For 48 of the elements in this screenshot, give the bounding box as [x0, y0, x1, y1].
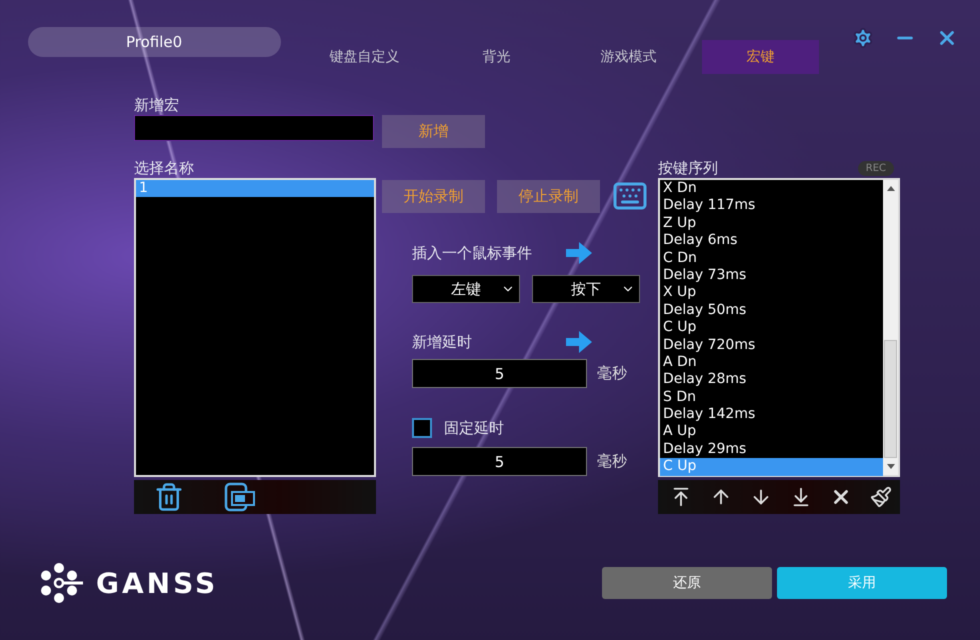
tab[interactable]: 游戏模式	[570, 40, 687, 74]
restore-button[interactable]: 还原	[602, 567, 772, 599]
list-item[interactable]: C Up	[660, 319, 883, 337]
mouse-button-select[interactable]: 左键	[412, 275, 520, 303]
trash-icon[interactable]	[154, 482, 184, 512]
profile-name[interactable]: Profile0	[28, 27, 281, 57]
settings-icon[interactable]	[852, 27, 874, 49]
list-item[interactable]: Delay 29ms	[660, 440, 883, 458]
label: 插入一个鼠标事件	[412, 243, 532, 263]
delay-field[interactable]: 5	[412, 359, 587, 388]
arrow-right-icon[interactable]	[566, 331, 592, 353]
list-item[interactable]: X Up	[660, 284, 883, 302]
macro-name-field[interactable]	[134, 115, 374, 141]
unit-label: 毫秒	[597, 452, 627, 471]
tab[interactable]: 键盘自定义	[306, 40, 423, 74]
list-item[interactable]: A Dn	[660, 354, 883, 372]
logo-icon	[38, 562, 84, 604]
arrow-right-icon[interactable]	[566, 242, 592, 264]
list-item[interactable]: S Dn	[660, 388, 883, 406]
tab[interactable]: 宏键	[702, 40, 819, 74]
list-item[interactable]: C Dn	[660, 250, 883, 267]
brush-icon[interactable]	[870, 486, 892, 508]
list-item[interactable]: Delay 117ms	[660, 197, 883, 215]
label: 选择名称	[134, 158, 195, 178]
scroll-down-icon[interactable]	[886, 464, 894, 470]
list-item[interactable]: Delay 50ms	[660, 302, 883, 320]
label: 新增宏	[134, 95, 180, 115]
copy-icon[interactable]	[224, 482, 256, 512]
fixed-delay-field[interactable]: 5	[412, 447, 587, 476]
list-item[interactable]: Z Up	[660, 214, 883, 232]
label: 固定延时	[444, 418, 504, 438]
label: 按键序列	[658, 158, 718, 178]
unit-label: 毫秒	[597, 364, 627, 383]
list-item[interactable]: A Up	[660, 423, 883, 441]
scroll-up-icon[interactable]	[886, 185, 894, 191]
rec-badge: REC	[858, 160, 894, 176]
list-item[interactable]: Delay 142ms	[660, 406, 883, 424]
mouse-action-select[interactable]: 按下	[532, 275, 640, 303]
list-item[interactable]: Delay 73ms	[660, 266, 883, 284]
label: 新增延时	[412, 332, 472, 352]
checkbox[interactable]	[412, 418, 432, 438]
tab[interactable]: 背光	[438, 40, 555, 74]
logo-wordmark: GANSS	[96, 566, 218, 600]
scrollbar-thumb[interactable]	[884, 340, 897, 458]
list-item[interactable]: X Dn	[660, 180, 883, 198]
list-item[interactable]: Delay 28ms	[660, 371, 883, 389]
list-item[interactable]: Delay 720ms	[660, 336, 883, 354]
list-item[interactable]: Delay 6ms	[660, 232, 883, 250]
